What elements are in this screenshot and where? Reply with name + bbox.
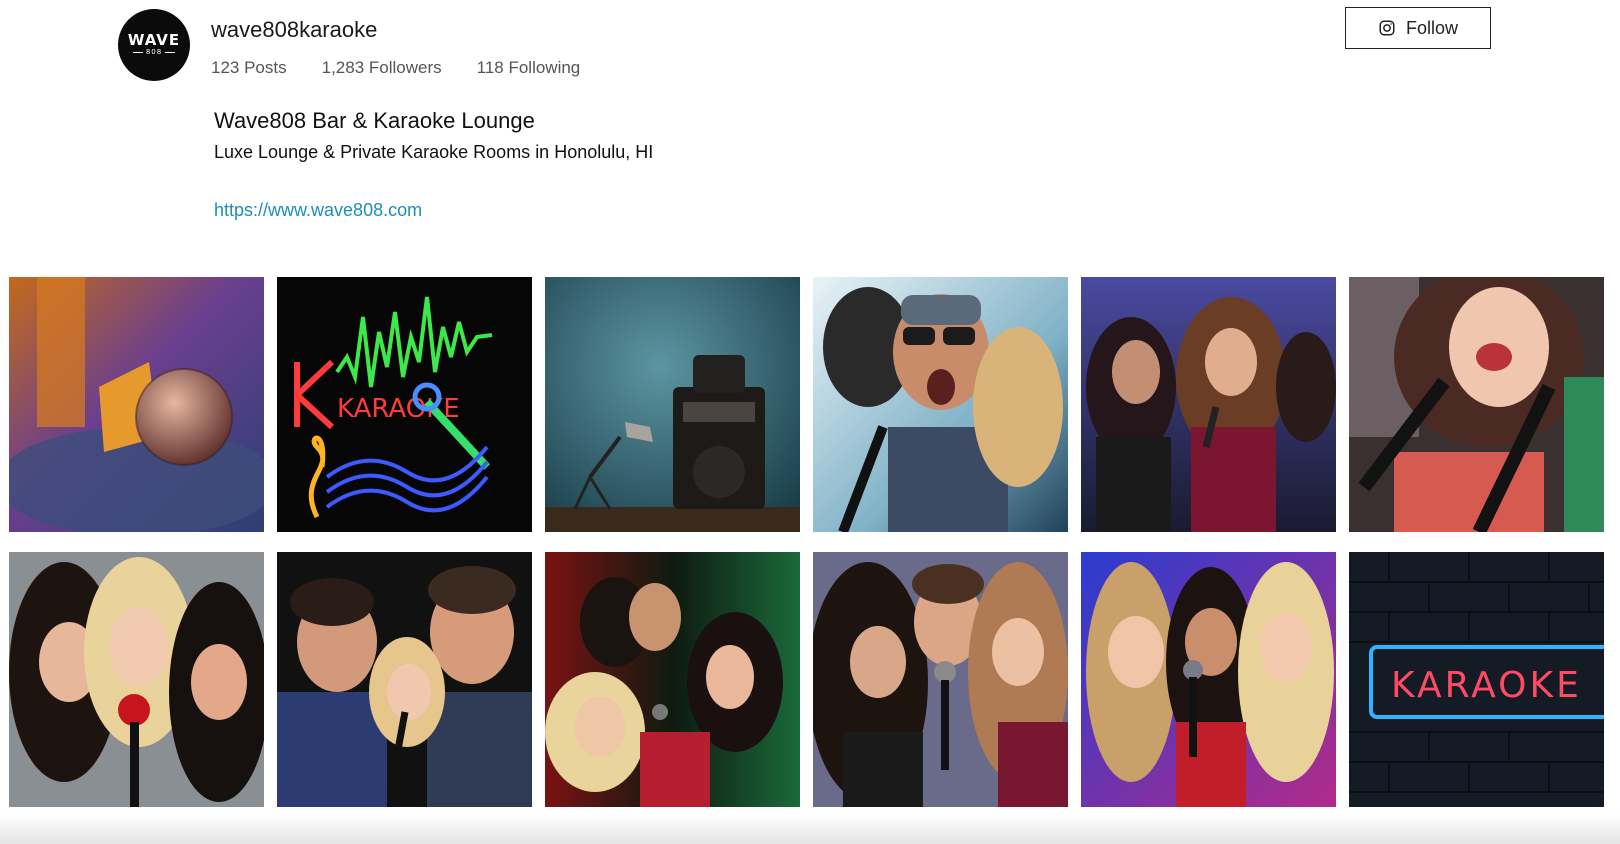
followers-count[interactable]: 1,283 Followers xyxy=(322,58,442,78)
follow-label: Follow xyxy=(1405,17,1458,38)
grid-post-women-club[interactable] xyxy=(1081,277,1336,532)
grid-post-concert[interactable] xyxy=(1081,552,1336,807)
three-women-photo xyxy=(9,552,264,807)
grid-post-neon-karaoke[interactable]: KARAOKE xyxy=(277,277,532,532)
website-link[interactable]: https://www.wave808.com xyxy=(214,200,422,221)
grid-post-friends-together[interactable] xyxy=(813,552,1068,807)
karaoke-machine-photo xyxy=(545,277,800,532)
avatar-logo-subtext: 808 xyxy=(133,48,175,57)
neon-karaoke-photo: KARAOKE xyxy=(277,277,532,532)
following-count[interactable]: 118 Following xyxy=(477,58,581,78)
grid-post-neon-brick[interactable]: KARAOKE xyxy=(1349,552,1604,807)
grid-post-microphone[interactable] xyxy=(9,277,264,532)
profile-stats: 123 Posts 1,283 Followers 118 Following xyxy=(211,58,580,78)
follow-button[interactable]: Follow xyxy=(1345,7,1491,49)
neon-brick-photo: KARAOKE xyxy=(1349,552,1604,807)
instagram-icon xyxy=(1379,20,1395,36)
friends-singing-photo xyxy=(277,552,532,807)
grid-post-two-women[interactable] xyxy=(1349,277,1604,532)
bottom-shadow xyxy=(0,814,1620,844)
post-grid: KARAOKE KARAOKE xyxy=(9,277,1604,807)
party-group-photo xyxy=(545,552,800,807)
concert-photo xyxy=(1081,552,1336,807)
grid-post-man-singing[interactable] xyxy=(813,277,1068,532)
man-singing-photo xyxy=(813,277,1068,532)
microphone-photo xyxy=(9,277,264,532)
grid-post-three-women[interactable] xyxy=(9,552,264,807)
friends-together-photo xyxy=(813,552,1068,807)
profile-avatar[interactable]: WAVE 808 xyxy=(118,9,190,81)
grid-post-friends-singing[interactable] xyxy=(277,552,532,807)
posts-count[interactable]: 123 Posts xyxy=(211,58,287,78)
women-club-photo xyxy=(1081,277,1336,532)
grid-post-party-group[interactable] xyxy=(545,552,800,807)
two-women-photo xyxy=(1349,277,1604,532)
bio-description: Luxe Lounge & Private Karaoke Rooms in H… xyxy=(214,142,654,162)
profile-username[interactable]: wave808karaoke xyxy=(211,17,377,43)
grid-post-karaoke-machine[interactable] xyxy=(545,277,800,532)
bio-name: Wave808 Bar & Karaoke Lounge xyxy=(214,108,535,133)
neon-brick-text: KARAOKE xyxy=(1391,665,1582,706)
avatar-logo-text: WAVE xyxy=(127,31,181,49)
